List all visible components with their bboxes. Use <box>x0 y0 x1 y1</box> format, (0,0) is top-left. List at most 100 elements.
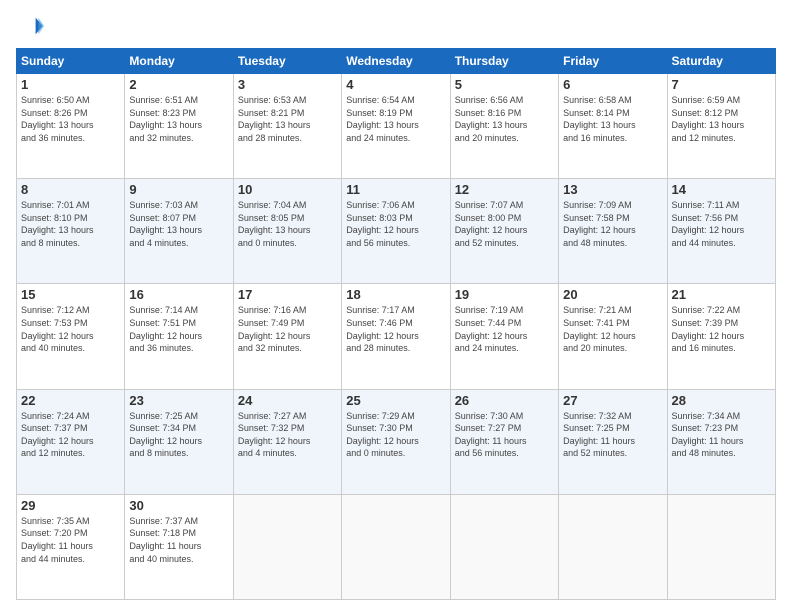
calendar-week-row: 15 Sunrise: 7:12 AM Sunset: 7:53 PM Dayli… <box>17 284 776 389</box>
day-number: 7 <box>672 77 771 92</box>
calendar-cell: 25 Sunrise: 7:29 AM Sunset: 7:30 PM Dayli… <box>342 389 450 494</box>
calendar-cell: 26Sunrise: 7:30 AM Sunset: 7:27 PM Dayli… <box>450 389 558 494</box>
day-info: Sunrise: 7:06 AM Sunset: 8:03 PM Dayligh… <box>346 199 445 249</box>
calendar-cell: 27 Sunrise: 7:32 AM Sunset: 7:25 PM Dayli… <box>559 389 667 494</box>
day-info: Sunrise: 7:29 AM Sunset: 7:30 PM Dayligh… <box>346 410 445 460</box>
calendar-cell: 3 Sunrise: 6:53 AM Sunset: 8:21 PM Daylig… <box>233 74 341 179</box>
calendar-cell: 20 Sunrise: 7:21 AM Sunset: 7:41 PM Dayli… <box>559 284 667 389</box>
day-number: 29 <box>21 498 120 513</box>
day-number: 28 <box>672 393 771 408</box>
calendar-cell: 29 Sunrise: 7:35 AM Sunset: 7:20 PM Dayli… <box>17 494 125 599</box>
day-number: 3 <box>238 77 337 92</box>
calendar-cell: 1 Sunrise: 6:50 AM Sunset: 8:26 PM Daylig… <box>17 74 125 179</box>
calendar-cell: 14 Sunrise: 7:11 AM Sunset: 7:56 PM Dayli… <box>667 179 775 284</box>
calendar-cell: 13Sunrise: 7:09 AM Sunset: 7:58 PM Dayli… <box>559 179 667 284</box>
day-number: 15 <box>21 287 120 302</box>
calendar-cell: 9 Sunrise: 7:03 AM Sunset: 8:07 PM Daylig… <box>125 179 233 284</box>
logo <box>16 12 48 40</box>
calendar-cell: 24 Sunrise: 7:27 AM Sunset: 7:32 PM Dayli… <box>233 389 341 494</box>
calendar-cell: 15 Sunrise: 7:12 AM Sunset: 7:53 PM Dayli… <box>17 284 125 389</box>
day-info: Sunrise: 7:19 AM Sunset: 7:44 PM Dayligh… <box>455 304 554 354</box>
day-number: 16 <box>129 287 228 302</box>
weekday-header-friday: Friday <box>559 49 667 74</box>
day-number: 19 <box>455 287 554 302</box>
day-info: Sunrise: 7:04 AM Sunset: 8:05 PM Dayligh… <box>238 199 337 249</box>
day-info: Sunrise: 6:59 AM Sunset: 8:12 PM Dayligh… <box>672 94 771 144</box>
calendar-cell: 11 Sunrise: 7:06 AM Sunset: 8:03 PM Dayli… <box>342 179 450 284</box>
calendar-cell: 21 Sunrise: 7:22 AM Sunset: 7:39 PM Dayli… <box>667 284 775 389</box>
page: SundayMondayTuesdayWednesdayThursdayFrid… <box>0 0 792 612</box>
calendar-cell: 2 Sunrise: 6:51 AM Sunset: 8:23 PM Daylig… <box>125 74 233 179</box>
day-info: Sunrise: 7:22 AM Sunset: 7:39 PM Dayligh… <box>672 304 771 354</box>
day-number: 25 <box>346 393 445 408</box>
calendar-cell <box>450 494 558 599</box>
day-info: Sunrise: 7:34 AM Sunset: 7:23 PM Dayligh… <box>672 410 771 460</box>
calendar-cell: 12Sunrise: 7:07 AM Sunset: 8:00 PM Dayli… <box>450 179 558 284</box>
day-number: 27 <box>563 393 662 408</box>
calendar-cell: 18 Sunrise: 7:17 AM Sunset: 7:46 PM Dayli… <box>342 284 450 389</box>
day-info: Sunrise: 7:01 AM Sunset: 8:10 PM Dayligh… <box>21 199 120 249</box>
day-info: Sunrise: 6:58 AM Sunset: 8:14 PM Dayligh… <box>563 94 662 144</box>
weekday-header-saturday: Saturday <box>667 49 775 74</box>
day-number: 14 <box>672 182 771 197</box>
day-number: 12 <box>455 182 554 197</box>
calendar-cell: 6Sunrise: 6:58 AM Sunset: 8:14 PM Daylig… <box>559 74 667 179</box>
calendar-cell: 17 Sunrise: 7:16 AM Sunset: 7:49 PM Dayli… <box>233 284 341 389</box>
day-info: Sunrise: 7:12 AM Sunset: 7:53 PM Dayligh… <box>21 304 120 354</box>
calendar-cell: 16 Sunrise: 7:14 AM Sunset: 7:51 PM Dayli… <box>125 284 233 389</box>
calendar-cell: 30 Sunrise: 7:37 AM Sunset: 7:18 PM Dayli… <box>125 494 233 599</box>
calendar-week-row: 1 Sunrise: 6:50 AM Sunset: 8:26 PM Daylig… <box>17 74 776 179</box>
calendar-cell: 19 Sunrise: 7:19 AM Sunset: 7:44 PM Dayli… <box>450 284 558 389</box>
calendar-cell: 4 Sunrise: 6:54 AM Sunset: 8:19 PM Daylig… <box>342 74 450 179</box>
day-info: Sunrise: 7:16 AM Sunset: 7:49 PM Dayligh… <box>238 304 337 354</box>
day-info: Sunrise: 7:35 AM Sunset: 7:20 PM Dayligh… <box>21 515 120 565</box>
day-number: 26 <box>455 393 554 408</box>
calendar-cell <box>342 494 450 599</box>
day-info: Sunrise: 6:54 AM Sunset: 8:19 PM Dayligh… <box>346 94 445 144</box>
day-number: 11 <box>346 182 445 197</box>
calendar-cell: 8 Sunrise: 7:01 AM Sunset: 8:10 PM Daylig… <box>17 179 125 284</box>
calendar-cell: 23 Sunrise: 7:25 AM Sunset: 7:34 PM Dayli… <box>125 389 233 494</box>
day-info: Sunrise: 7:27 AM Sunset: 7:32 PM Dayligh… <box>238 410 337 460</box>
calendar-cell <box>559 494 667 599</box>
day-info: Sunrise: 6:51 AM Sunset: 8:23 PM Dayligh… <box>129 94 228 144</box>
day-number: 17 <box>238 287 337 302</box>
day-number: 22 <box>21 393 120 408</box>
calendar-cell <box>667 494 775 599</box>
day-number: 13 <box>563 182 662 197</box>
weekday-header-monday: Monday <box>125 49 233 74</box>
day-number: 10 <box>238 182 337 197</box>
day-info: Sunrise: 7:32 AM Sunset: 7:25 PM Dayligh… <box>563 410 662 460</box>
day-number: 8 <box>21 182 120 197</box>
day-number: 21 <box>672 287 771 302</box>
day-number: 24 <box>238 393 337 408</box>
calendar-week-row: 8 Sunrise: 7:01 AM Sunset: 8:10 PM Daylig… <box>17 179 776 284</box>
day-number: 2 <box>129 77 228 92</box>
day-number: 23 <box>129 393 228 408</box>
weekday-header-tuesday: Tuesday <box>233 49 341 74</box>
day-info: Sunrise: 6:53 AM Sunset: 8:21 PM Dayligh… <box>238 94 337 144</box>
calendar-week-row: 29 Sunrise: 7:35 AM Sunset: 7:20 PM Dayli… <box>17 494 776 599</box>
day-info: Sunrise: 7:17 AM Sunset: 7:46 PM Dayligh… <box>346 304 445 354</box>
day-info: Sunrise: 7:11 AM Sunset: 7:56 PM Dayligh… <box>672 199 771 249</box>
day-number: 1 <box>21 77 120 92</box>
day-info: Sunrise: 7:37 AM Sunset: 7:18 PM Dayligh… <box>129 515 228 565</box>
day-number: 4 <box>346 77 445 92</box>
day-info: Sunrise: 7:21 AM Sunset: 7:41 PM Dayligh… <box>563 304 662 354</box>
day-number: 18 <box>346 287 445 302</box>
calendar-cell: 7 Sunrise: 6:59 AM Sunset: 8:12 PM Daylig… <box>667 74 775 179</box>
day-info: Sunrise: 7:14 AM Sunset: 7:51 PM Dayligh… <box>129 304 228 354</box>
logo-icon <box>16 12 44 40</box>
day-number: 9 <box>129 182 228 197</box>
weekday-header-row: SundayMondayTuesdayWednesdayThursdayFrid… <box>17 49 776 74</box>
day-info: Sunrise: 7:25 AM Sunset: 7:34 PM Dayligh… <box>129 410 228 460</box>
calendar-cell: 22 Sunrise: 7:24 AM Sunset: 7:37 PM Dayli… <box>17 389 125 494</box>
day-number: 20 <box>563 287 662 302</box>
calendar-cell: 5Sunrise: 6:56 AM Sunset: 8:16 PM Daylig… <box>450 74 558 179</box>
day-info: Sunrise: 7:03 AM Sunset: 8:07 PM Dayligh… <box>129 199 228 249</box>
day-info: Sunrise: 6:50 AM Sunset: 8:26 PM Dayligh… <box>21 94 120 144</box>
day-info: Sunrise: 7:24 AM Sunset: 7:37 PM Dayligh… <box>21 410 120 460</box>
calendar-cell: 28 Sunrise: 7:34 AM Sunset: 7:23 PM Dayli… <box>667 389 775 494</box>
header <box>16 12 776 40</box>
day-number: 30 <box>129 498 228 513</box>
